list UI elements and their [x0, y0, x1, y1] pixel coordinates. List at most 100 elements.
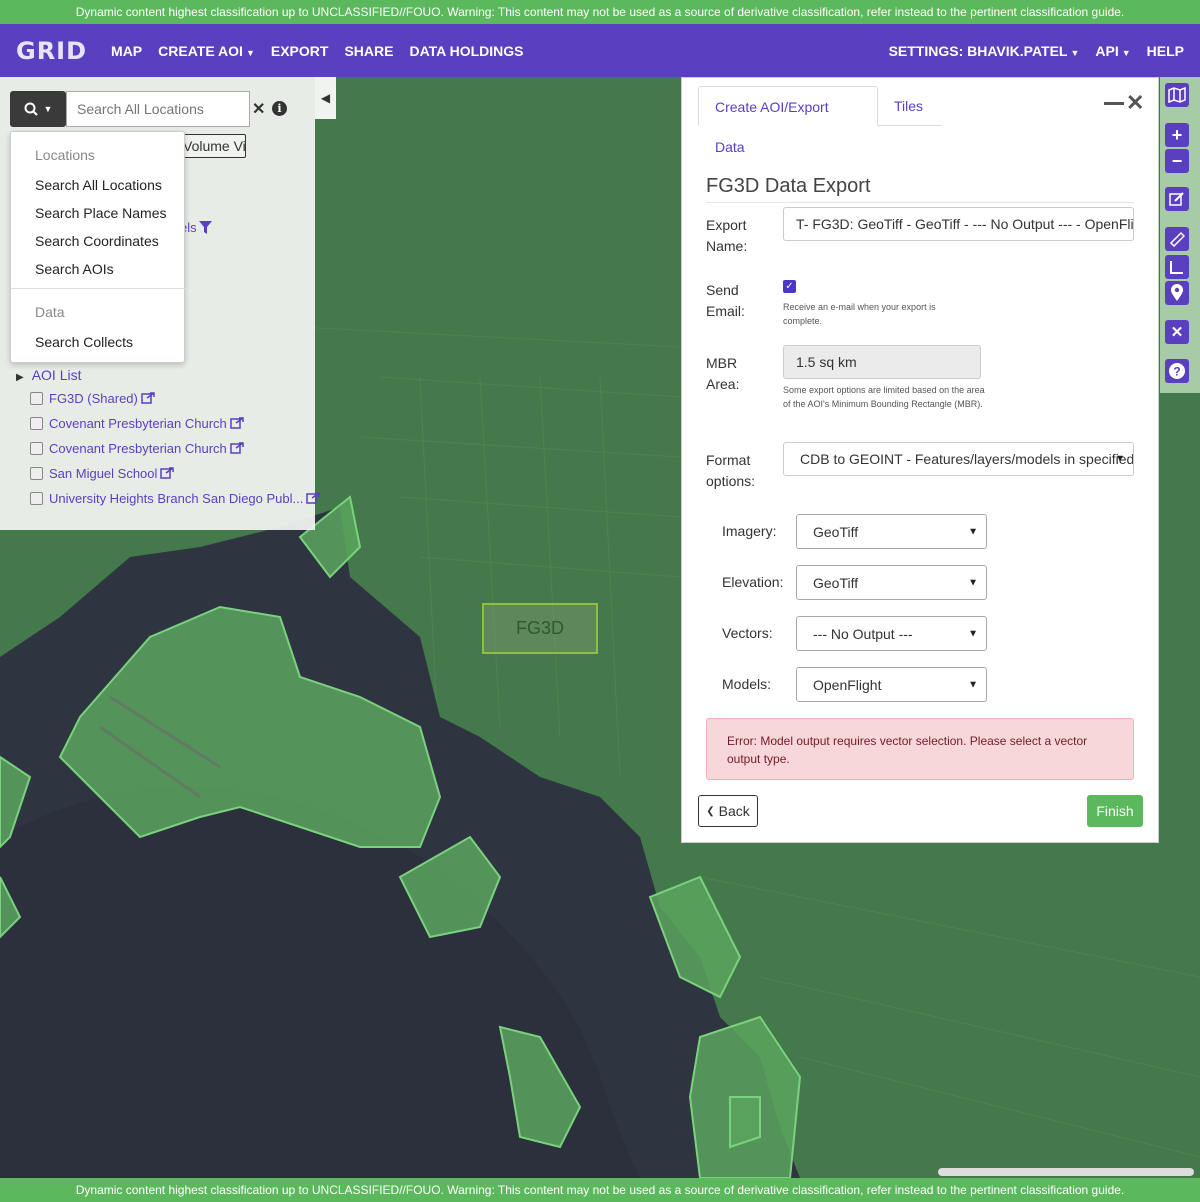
models-select[interactable]: OpenFlight ▼ [796, 667, 987, 702]
horizontal-scrollbar[interactable] [938, 1168, 1194, 1176]
share-icon[interactable] [141, 392, 155, 404]
mbr-area-value: 1.5 sq km [796, 354, 857, 370]
search-input[interactable] [66, 91, 250, 127]
caret-right-icon: ▶ [16, 372, 24, 383]
vectors-value: --- No Output --- [813, 625, 913, 642]
elevation-select[interactable]: GeoTiff ▼ [796, 565, 987, 600]
aoi-item[interactable]: FG3D (Shared) [30, 389, 155, 407]
search-type-button[interactable]: ▼ [10, 91, 66, 127]
ruler-icon[interactable] [1165, 227, 1189, 251]
export-panel: Create AOI/Export Data Tiles ✕ FG3D Data… [681, 77, 1159, 843]
models-label: Models: [722, 676, 772, 692]
nav-map[interactable]: MAP [111, 43, 142, 59]
aoi-item-label[interactable]: University Heights Branch San Diego Publ… [49, 491, 303, 506]
nav-settings[interactable]: SETTINGS: BHAVIK.PATEL ▼ [889, 43, 1080, 59]
aoi-list-title: AOI List [31, 367, 82, 383]
aoi-checkbox[interactable] [30, 391, 43, 405]
area-measure-icon[interactable] [1165, 255, 1189, 279]
elevation-value: GeoTiff [813, 574, 859, 591]
send-email-checkbox[interactable]: ✓ [783, 280, 796, 293]
classification-banner-top: Dynamic content highest classification u… [0, 0, 1200, 24]
minimize-icon[interactable] [1104, 102, 1124, 105]
help-icon[interactable]: ? [1165, 359, 1189, 383]
nav-share[interactable]: SHARE [344, 43, 393, 59]
zoom-in-icon[interactable]: + [1165, 123, 1189, 147]
grid-logo[interactable]: GRID [16, 37, 87, 65]
caret-down-icon: ▼ [245, 47, 255, 58]
back-button[interactable]: ❮ Back [698, 795, 758, 827]
vectors-select[interactable]: --- No Output --- ▼ [796, 616, 987, 651]
nav-help[interactable]: HELP [1147, 43, 1184, 59]
caret-down-icon: ▼ [1121, 47, 1131, 58]
dropdown-item-search-coordinates[interactable]: Search Coordinates [35, 233, 159, 249]
edit-icon[interactable] [1165, 187, 1189, 211]
tab-tiles[interactable]: Tiles [878, 86, 939, 126]
dropdown-item-search-place-names[interactable]: Search Place Names [35, 205, 167, 221]
format-options-select[interactable]: CDB to GEOINT - Features/layers/models i… [783, 442, 1134, 476]
chevron-down-icon: ▼ [1115, 453, 1125, 465]
imagery-value: GeoTiff [813, 523, 859, 540]
dropdown-divider [11, 288, 186, 289]
send-email-label: Send Email: [706, 282, 745, 319]
map-marker-icon[interactable] [1165, 281, 1189, 305]
clear-search-icon[interactable]: ✕ [252, 99, 265, 119]
tab-create-aoi-export[interactable]: Create AOI/Export Data [698, 86, 878, 155]
svg-text:?: ? [1173, 365, 1180, 379]
mbr-area-label: MBR Area: [706, 355, 740, 392]
top-navbar: GRID MAP CREATE AOI ▼ EXPORT SHARE DATA H… [0, 24, 1200, 77]
export-name-input[interactable]: T- FG3D: GeoTiff - GeoTiff - --- No Outp… [783, 207, 1134, 241]
caret-down-icon: ▼ [43, 104, 53, 114]
aoi-item[interactable]: Covenant Presbyterian Church [30, 439, 244, 457]
share-icon[interactable] [306, 492, 321, 504]
imagery-label: Imagery: [722, 523, 777, 539]
nav-api[interactable]: API ▼ [1095, 43, 1130, 59]
aoi-checkbox[interactable] [30, 441, 43, 455]
aoi-checkbox[interactable] [30, 466, 43, 480]
nav-data-holdings[interactable]: DATA HOLDINGS [409, 43, 523, 59]
dropdown-item-search-collects[interactable]: Search Collects [35, 334, 133, 350]
models-value: OpenFlight [813, 676, 882, 693]
info-icon[interactable]: i [272, 101, 287, 116]
nav-api-label: API [1095, 42, 1119, 59]
aoi-item-label[interactable]: Covenant Presbyterian Church [49, 441, 227, 456]
aoi-item-label[interactable]: Covenant Presbyterian Church [49, 416, 227, 431]
search-icon [24, 102, 38, 116]
aoi-item[interactable]: University Heights Branch San Diego Publ… [30, 489, 321, 507]
aoi-item[interactable]: Covenant Presbyterian Church [30, 414, 244, 432]
aoi-fg3d-footprint[interactable]: FG3D [482, 603, 598, 654]
share-icon[interactable] [230, 442, 244, 454]
close-icon[interactable]: ✕ [1126, 90, 1144, 116]
nav-settings-label: SETTINGS: BHAVIK.PATEL [888, 42, 1068, 59]
nav-export[interactable]: EXPORT [271, 43, 329, 59]
aoi-checkbox[interactable] [30, 416, 43, 430]
imagery-select[interactable]: GeoTiff ▼ [796, 514, 987, 549]
aoi-item-label[interactable]: FG3D (Shared) [49, 391, 138, 406]
dropdown-item-search-all-locations[interactable]: Search All Locations [35, 177, 162, 193]
dropdown-header-data: Data [35, 304, 65, 320]
layers-map-icon[interactable] [1165, 83, 1189, 107]
clear-tools-icon[interactable]: ✕ [1165, 320, 1189, 344]
mbr-area-help: Some export options are limited based on… [783, 385, 985, 409]
aoi-item-label[interactable]: San Miguel School [49, 466, 157, 481]
dropdown-item-search-aois[interactable]: Search AOIs [35, 261, 114, 277]
tab-divider [878, 125, 942, 126]
zoom-out-icon[interactable]: − [1165, 149, 1189, 173]
nav-create-aoi[interactable]: CREATE AOI ▼ [158, 43, 255, 59]
elevation-label: Elevation: [722, 574, 784, 590]
chevron-down-icon: ▼ [968, 526, 978, 537]
aoi-checkbox[interactable] [30, 491, 43, 505]
finish-button[interactable]: Finish [1087, 795, 1143, 827]
aoi-list-toggle[interactable]: ▶ AOI List [16, 367, 82, 383]
caret-down-icon: ▼ [1070, 47, 1080, 58]
export-name-value: T- FG3D: GeoTiff - GeoTiff - --- No Outp… [796, 216, 1134, 232]
filter-icon[interactable] [199, 221, 212, 234]
format-options-label: Format options: [706, 452, 756, 489]
chevron-down-icon: ▼ [968, 679, 978, 690]
aoi-item[interactable]: San Miguel School [30, 464, 175, 482]
vectors-label: Vectors: [722, 625, 773, 641]
share-icon[interactable] [160, 467, 175, 479]
format-options-value: CDB to GEOINT - Features/layers/models i… [800, 451, 1134, 467]
panel-title: FG3D Data Export [706, 175, 1134, 203]
share-icon[interactable] [230, 417, 244, 429]
collapse-panel-button[interactable]: ◀ [315, 77, 336, 119]
